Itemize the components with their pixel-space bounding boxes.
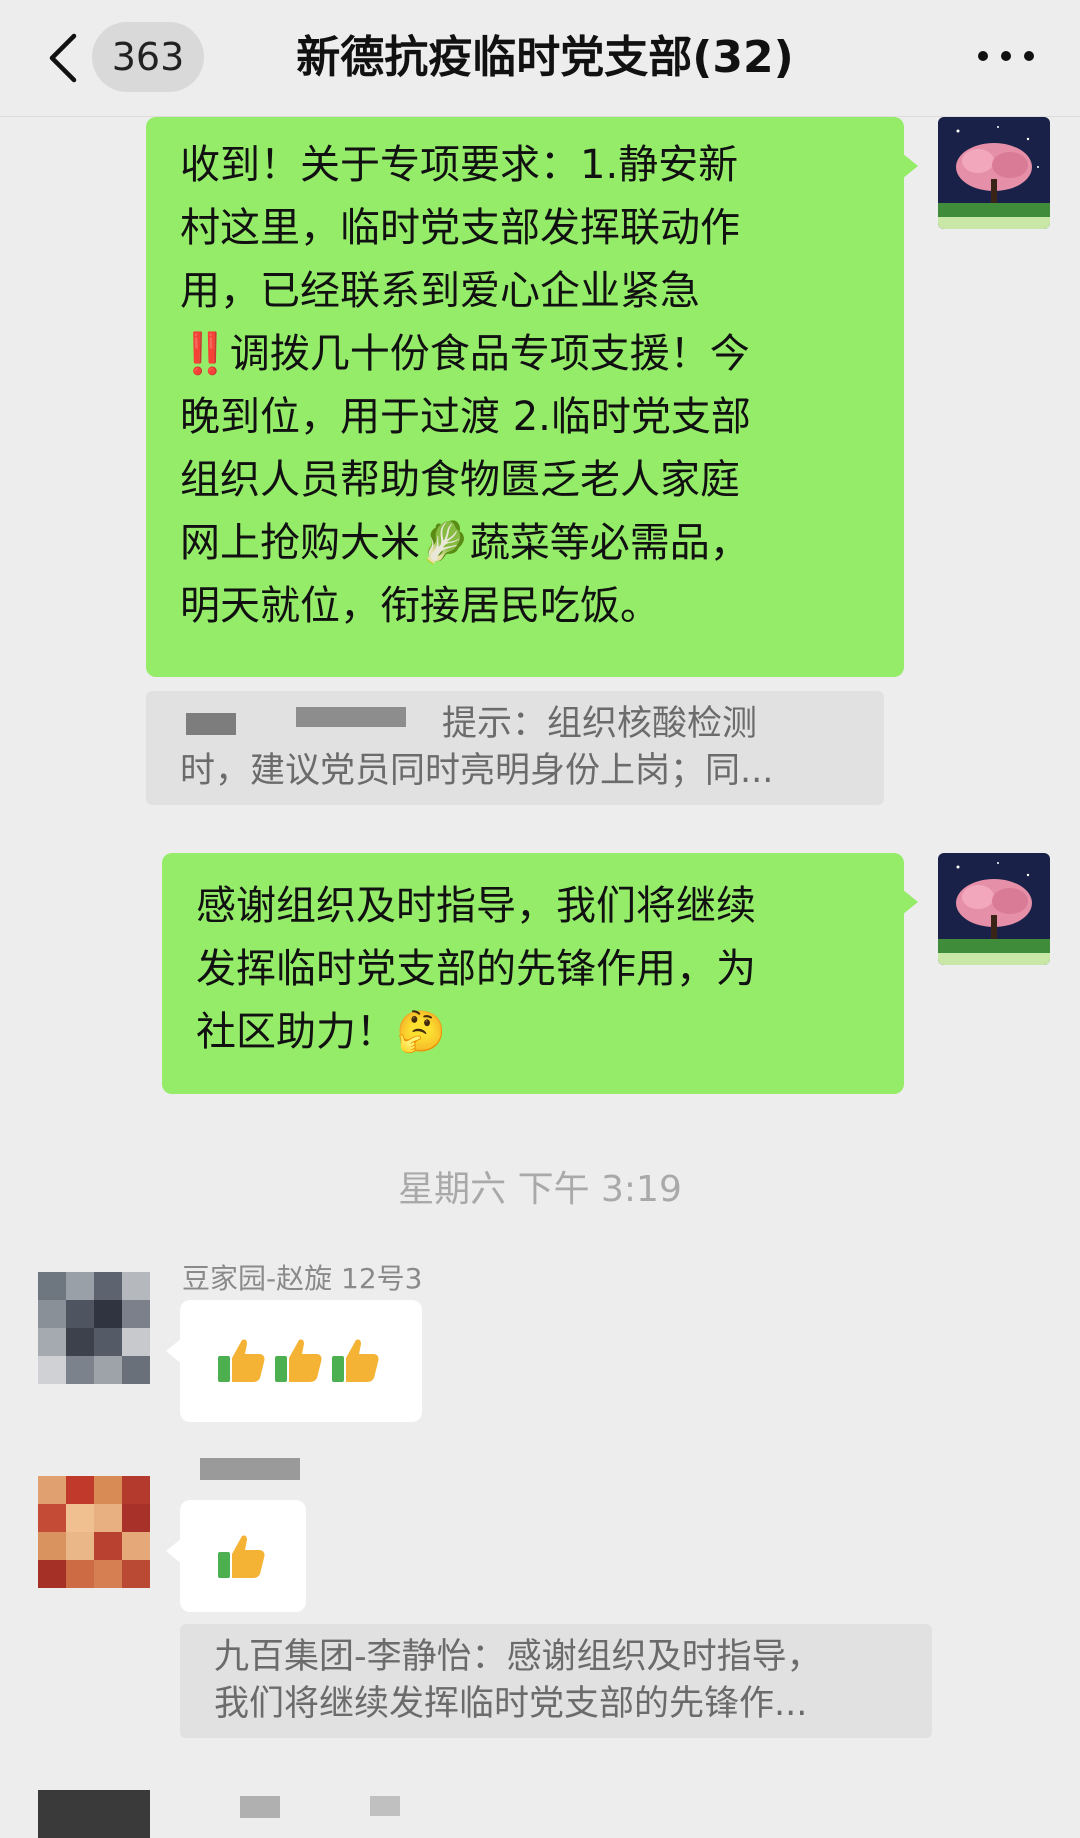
- member-message-bubble[interactable]: [166, 1300, 422, 1422]
- thumbs-up-icon: [275, 1339, 322, 1382]
- quote-line: 时，建议党员同时亮明身份上岗；同...: [180, 751, 774, 791]
- message-line: ‼️调拨几十份食品专项支援！今: [180, 331, 750, 377]
- message-line: 用，已经联系到爱心企业紧急: [180, 268, 700, 314]
- quoted-reply[interactable]: 提示：组织核酸检测 时，建议党员同时亮明身份上岗；同...: [146, 691, 884, 805]
- message-timestamp: 星期六 下午 3:19: [398, 1169, 682, 1210]
- quoted-reply[interactable]: 九百集团-李静怡：感谢组织及时指导， 我们将继续发挥临时党支部的先锋作...: [180, 1624, 932, 1738]
- message-line: 感谢组织及时指导，我们将继续: [196, 883, 756, 929]
- message-line: 晚到位，用于过渡 2.临时党支部: [180, 394, 751, 440]
- self-avatar[interactable]: [938, 853, 1050, 965]
- self-message-bubble[interactable]: 收到！关于专项要求：1.静安新 村这里，临时党支部发挥联动作 用，已经联系到爱心…: [146, 117, 918, 677]
- thumbs-up-icon: [332, 1339, 379, 1382]
- more-dots-icon[interactable]: [978, 46, 1034, 66]
- message-line: 村这里，临时党支部发挥联动作: [180, 205, 740, 251]
- message-line: 社区助力！🤔: [196, 1009, 446, 1055]
- back-arrow-icon[interactable]: [44, 32, 84, 84]
- chat-header: 363 新德抗疫临时党支部(32): [0, 0, 1080, 117]
- thumbs-up-icon: [218, 1535, 265, 1578]
- chat-title: 新德抗疫临时党支部(32): [296, 32, 794, 83]
- member-message-bubble[interactable]: [166, 1500, 306, 1612]
- thumbs-up-icon: [218, 1339, 265, 1382]
- unread-count-badge[interactable]: 363: [92, 22, 204, 92]
- member-avatar-partial[interactable]: [38, 1790, 150, 1838]
- message-line: 明天就位，衔接居民吃饭。: [180, 583, 660, 629]
- redacted-name-mosaic: [240, 1796, 280, 1818]
- redacted-name-mosaic: [200, 1458, 300, 1480]
- message-line: 收到！关于专项要求：1.静安新: [180, 142, 739, 188]
- quote-line: 我们将继续发挥临时党支部的先锋作...: [214, 1684, 808, 1724]
- member-avatar[interactable]: [38, 1476, 150, 1588]
- message-line: 发挥临时党支部的先锋作用，为: [196, 946, 756, 992]
- quote-line: 提示：组织核酸检测: [442, 704, 758, 744]
- message-line: 网上抢购大米🥬蔬菜等必需品，: [180, 520, 750, 566]
- redacted-name-mosaic: [370, 1796, 400, 1816]
- self-message-bubble[interactable]: 感谢组织及时指导，我们将继续 发挥临时党支部的先锋作用，为 社区助力！🤔: [162, 853, 918, 1094]
- message-line: 组织人员帮助食物匮乏老人家庭: [180, 457, 740, 503]
- redacted-name-mosaic: [296, 707, 406, 727]
- redacted-name-mosaic: [186, 713, 236, 735]
- self-avatar[interactable]: [938, 117, 1050, 229]
- quote-line: 九百集团-李静怡：感谢组织及时指导，: [214, 1637, 822, 1677]
- member-nickname: 豆家园-赵旋 12号3: [182, 1262, 423, 1294]
- member-avatar[interactable]: [38, 1272, 150, 1384]
